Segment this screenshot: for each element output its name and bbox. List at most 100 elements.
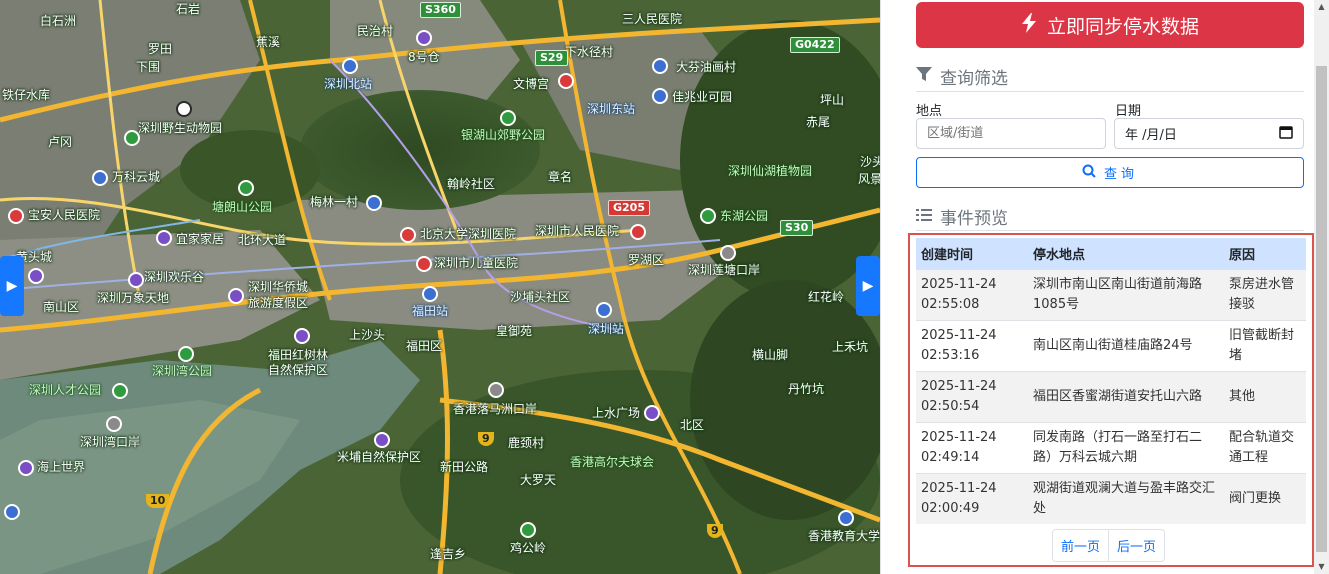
map-poi-marker-icon[interactable] [228, 288, 244, 304]
map-place-label: 横山脚 [752, 348, 789, 362]
map-poi-marker-icon[interactable] [596, 302, 612, 318]
list-icon [916, 207, 932, 227]
map-poi-marker-icon[interactable] [520, 522, 536, 538]
map-poi-marker-icon[interactable] [838, 510, 854, 526]
map-place-label: 卢冈 [48, 135, 73, 149]
events-table-container: 创建时间 停水地点 原因 2025-11-24 02:55:08 深圳市南山区南… [908, 233, 1314, 567]
next-page-button[interactable]: 后一页 [1108, 530, 1164, 561]
map-view[interactable]: 深圳北站 民治村 8号仓 文博宫 下水径村 三人民医院 大芬油画村 佳兆业可园 深圳东站 银湖山郊… [0, 0, 880, 574]
map-poi-marker-icon[interactable] [342, 58, 358, 74]
prev-page-button[interactable]: 前一页 [1053, 530, 1108, 561]
cell-location: 福田区香蜜湖街道安托山六路 [1028, 371, 1224, 423]
map-place-label: 下水径村 [565, 45, 614, 59]
location-input[interactable] [916, 118, 1106, 149]
map-place-label: 深圳仙湖植物园 [728, 164, 813, 178]
map-poi-marker-icon[interactable] [156, 230, 172, 246]
map-poi-marker-icon[interactable] [238, 180, 254, 196]
map-poi-marker-icon[interactable] [422, 286, 438, 302]
map-place-label: 香港落马洲口岸 [453, 402, 538, 416]
map-poi-marker-icon[interactable] [176, 101, 192, 117]
map-place-label: 深圳市儿童医院 [434, 256, 519, 270]
map-poi-marker-icon[interactable] [400, 227, 416, 243]
map-poi-marker-icon[interactable] [700, 208, 716, 224]
map-poi-marker-icon[interactable] [630, 224, 646, 240]
map-poi-marker-icon[interactable] [644, 405, 660, 421]
map-place-label: 沙埔头社区 [510, 290, 571, 304]
map-place-label: 红花岭 [808, 290, 845, 304]
scroll-up-arrow-icon[interactable]: ▲ [1314, 0, 1329, 14]
map-poi-marker-icon[interactable] [558, 73, 574, 89]
map-poi-marker-icon[interactable] [416, 30, 432, 46]
table-row[interactable]: 2025-11-24 02:50:54 福田区香蜜湖街道安托山六路 其他 [916, 371, 1306, 423]
scrollbar-thumb[interactable] [1316, 66, 1327, 552]
cell-location: 同发南路（打石一路至打石二路）万科云城六期 [1028, 422, 1224, 474]
right-panel-toggle[interactable]: ▶ [856, 256, 880, 316]
map-poi-marker-icon[interactable] [178, 346, 194, 362]
table-row[interactable]: 2025-11-24 02:00:49 观湖街道观澜大道与盈丰路交汇处 阀门更换 [916, 473, 1306, 524]
map-place-label: 石岩 [176, 2, 201, 16]
map-place-label: 下围 [136, 60, 161, 74]
query-button[interactable]: 查询 [916, 157, 1304, 188]
left-panel-toggle[interactable]: ▶ [0, 256, 24, 316]
map-place-label: 上沙头 [349, 328, 386, 342]
map-poi-marker-icon[interactable] [28, 268, 44, 284]
sync-water-outage-button[interactable]: 立即同步停水数据 [916, 2, 1304, 48]
map-poi-marker-icon[interactable] [416, 256, 432, 272]
map-poi-marker-icon[interactable] [294, 328, 310, 344]
map-poi-marker-icon[interactable] [720, 245, 736, 261]
filter-section-title: 查询筛选 [916, 64, 1008, 89]
cell-time: 2025-11-24 02:00:49 [916, 473, 1028, 524]
map-place-label: 万科云城 [112, 170, 161, 184]
map-place-label: 东湖公园 [720, 209, 769, 223]
cell-reason: 泵房进水管接驳 [1224, 269, 1306, 321]
scroll-down-arrow-icon[interactable]: ▼ [1314, 560, 1329, 574]
table-row[interactable]: 2025-11-24 02:49:14 同发南路（打石一路至打石二路）万科云城六… [916, 422, 1306, 474]
map-place-label: 章名 [548, 170, 573, 184]
map-place-label: 深圳野生动物园 [138, 121, 223, 135]
map-place-label: 米埔自然保护区 [337, 450, 422, 464]
map-poi-marker-icon[interactable] [106, 416, 122, 432]
panel-scrollbar[interactable]: ▲ ▼ [1314, 0, 1329, 574]
map-poi-marker-icon[interactable] [92, 170, 108, 186]
road-shield: G0422 [790, 37, 840, 53]
map-poi-marker-icon[interactable] [128, 272, 144, 288]
map-place-label: 鹿颈村 [508, 436, 545, 450]
table-row[interactable]: 2025-11-24 02:55:08 深圳市南山区南山街道前海路1085号 泵… [916, 269, 1306, 321]
cell-reason: 阀门更换 [1224, 473, 1306, 524]
events-table: 创建时间 停水地点 原因 2025-11-24 02:55:08 深圳市南山区南… [916, 238, 1306, 524]
map-place-label: 铁仔水库 [2, 88, 51, 102]
map-poi-marker-icon[interactable] [8, 208, 24, 224]
table-header-row: 创建时间 停水地点 原因 [916, 238, 1306, 270]
cell-reason: 旧管截断封堵 [1224, 320, 1306, 372]
map-poi-marker-icon[interactable] [652, 88, 668, 104]
map-poi-marker-icon[interactable] [4, 504, 20, 520]
map-poi-marker-icon[interactable] [500, 110, 516, 126]
map-poi-marker-icon[interactable] [18, 460, 34, 476]
table-row[interactable]: 2025-11-24 02:53:16 南山区南山街道桂庙路24号 旧管截断封堵 [916, 320, 1306, 372]
map-place-label: 三人民医院 [622, 12, 683, 26]
map-poi-marker-icon[interactable] [124, 130, 140, 146]
map-poi-marker-icon[interactable] [366, 195, 382, 211]
map-place-label: 皇御苑 [496, 324, 533, 338]
road-shield: 10 [146, 494, 170, 508]
map-place-label: 塘朗山公园 [212, 200, 273, 214]
map-poi-marker-icon[interactable] [652, 58, 668, 74]
map-place-label: 北京大学深圳医院 [420, 227, 517, 241]
map-poi-marker-icon[interactable] [374, 432, 390, 448]
map-place-label: 文博宫 [513, 77, 550, 91]
map-place-label: 8号仓 [408, 50, 440, 64]
map-place-label: 南山区 [43, 300, 80, 314]
events-section-title: 事件预览 [916, 204, 1008, 229]
date-input[interactable]: 年 /月/日 [1114, 118, 1304, 149]
map-place-label: 深圳市人民医院 [535, 224, 620, 238]
column-header-reason: 原因 [1224, 238, 1306, 270]
map-place-label: 赤尾 [806, 115, 831, 129]
calendar-icon[interactable] [1279, 125, 1293, 143]
column-header-location: 停水地点 [1028, 238, 1224, 270]
map-place-label: 翰岭社区 [447, 177, 496, 191]
map-place-label: 宜家家居 [176, 232, 225, 246]
location-label: 地点 [916, 104, 943, 119]
cell-location: 南山区南山街道桂庙路24号 [1028, 320, 1224, 372]
map-poi-marker-icon[interactable] [112, 383, 128, 399]
map-poi-marker-icon[interactable] [488, 382, 504, 398]
